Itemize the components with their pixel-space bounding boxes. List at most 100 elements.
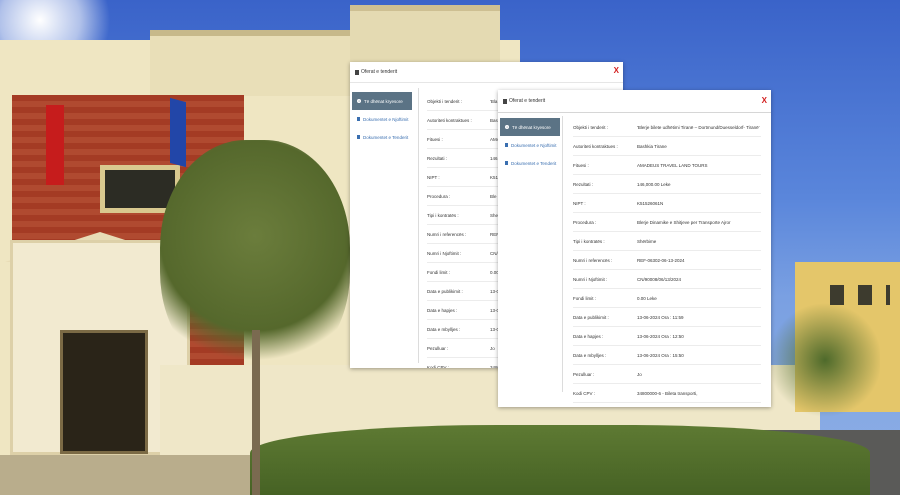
detail-label: Data e publikimit : bbox=[573, 315, 609, 320]
dialog-nav: i Të dhënat kryesore Dokumentet e Njofti… bbox=[500, 118, 560, 172]
detail-label: Numri i Njoftimit : bbox=[573, 277, 608, 282]
detail-label: Kodi CPV : bbox=[427, 365, 450, 368]
detail-row: Tipi i kontratës : She bbox=[427, 206, 502, 225]
detail-label: Fituesi : bbox=[573, 163, 589, 168]
detail-value: CN/90008/06/13/2024 bbox=[637, 277, 682, 282]
detail-row: Numri i Njoftimit : CN/ bbox=[427, 244, 502, 263]
detail-label: NIPT : bbox=[427, 175, 440, 180]
detail-label: Pezulluar : bbox=[573, 372, 595, 377]
detail-label: Rezultati : bbox=[427, 156, 448, 161]
dialog-title: Oferat e tenderit bbox=[355, 69, 397, 75]
detail-value: Bashkia Tirane bbox=[637, 144, 667, 149]
albanian-flag bbox=[46, 105, 64, 185]
hedge bbox=[250, 425, 870, 495]
entrance-door bbox=[60, 330, 148, 454]
detail-row: Numri i referencës : REF-06302-06-13-2024 bbox=[573, 251, 761, 270]
document-icon bbox=[503, 98, 507, 104]
detail-row: Numri i referencës : REF bbox=[427, 225, 502, 244]
detail-label: Data e hapjes : bbox=[573, 334, 604, 339]
detail-row: Fituesi : AMADEUS TRAVEL LAND TOURS bbox=[573, 156, 761, 175]
info-icon: i bbox=[505, 125, 509, 129]
detail-label: Autoriteti kontraktues : bbox=[427, 118, 472, 123]
eu-flag bbox=[170, 97, 186, 168]
detail-value: 34800000-6 - Bileta transporti, bbox=[637, 391, 698, 396]
detail-row: Kodi CPV : 34800000-6 - Bileta transporti… bbox=[573, 384, 761, 403]
detail-row: Data e hapjes : 13-06-2024 Ora : 12:50 bbox=[573, 327, 761, 346]
detail-label: Data e mbylljes : bbox=[427, 327, 461, 332]
detail-label: Fondi limit : bbox=[573, 296, 597, 301]
detail-row: Tipi i kontratës : Shërbime bbox=[573, 232, 761, 251]
tender-dialog-front: Oferat e tenderit X i Të dhënat kryesore… bbox=[498, 90, 771, 407]
nav-item-notice-documents[interactable]: Dokumentet e Njoftimit bbox=[352, 110, 412, 128]
detail-label: Procedura : bbox=[427, 194, 451, 199]
detail-value: 146,000.00 Leke bbox=[637, 182, 671, 187]
detail-label: Data e hapjes : bbox=[427, 308, 458, 313]
detail-row: Numri i Njoftimit : CN/90008/06/13/2024 bbox=[573, 270, 761, 289]
detail-row: Data e mbylljes : 13-06-2024 Ora : 15:50 bbox=[573, 346, 761, 365]
detail-label: Tipi i kontratës : bbox=[573, 239, 605, 244]
detail-row: Data e publikimit : 13-06-2024 Ora : 11:5… bbox=[573, 308, 761, 327]
detail-row: Procedura : Blerje Dinamike e Shitjeve pe… bbox=[573, 213, 761, 232]
detail-row: Fondi limit : 0.00 Leke bbox=[573, 289, 761, 308]
nav-item-tender-documents[interactable]: Dokumentet e Tenderit bbox=[500, 154, 560, 172]
detail-value: AMADEUS TRAVEL LAND TOURS bbox=[637, 163, 708, 168]
detail-label: Kodi CPV : bbox=[573, 391, 596, 396]
divider bbox=[562, 116, 563, 392]
document-icon bbox=[357, 135, 360, 139]
detail-row: Data e hapjes :13-0 bbox=[427, 301, 502, 320]
detail-label: Objekti i tenderit : bbox=[427, 99, 463, 104]
detail-row: Objekti i tenderit : 'Bla bbox=[427, 92, 502, 111]
detail-row: Autoriteti kontraktues : Bas bbox=[427, 111, 502, 130]
trees-right bbox=[770, 300, 880, 420]
detail-value: Shërbime bbox=[637, 239, 657, 244]
detail-value: REF-06302-06-13-2024 bbox=[637, 258, 685, 263]
details-table: Objekti i tenderit : 'Bla Autoriteti kontr… bbox=[427, 92, 502, 368]
document-icon bbox=[355, 69, 359, 75]
dialog-title: Oferat e tenderit bbox=[503, 98, 545, 104]
nav-item-main-data[interactable]: i Të dhënat kryesore bbox=[352, 92, 412, 110]
detail-value: 0.00 Leke bbox=[637, 296, 657, 301]
detail-label: NIPT : bbox=[573, 201, 586, 206]
details-table: Objekti i tenderit : 'Blerje bilete udhët… bbox=[573, 118, 761, 403]
detail-row: Procedura : Ble bbox=[427, 187, 502, 206]
detail-label: Tipi i kontratës : bbox=[427, 213, 459, 218]
close-button[interactable]: X bbox=[762, 96, 767, 105]
detail-label: Data e publikimit : bbox=[427, 289, 463, 294]
detail-label: Numri i referencës : bbox=[573, 258, 613, 263]
detail-row: Kodi CPV :3480 bbox=[427, 358, 502, 368]
detail-value: K51526061N bbox=[637, 201, 664, 206]
detail-row: NIPT : K51 bbox=[427, 168, 502, 187]
tree-trunk bbox=[252, 330, 260, 495]
detail-label: Data e mbylljes : bbox=[573, 353, 607, 358]
nav-item-tender-documents[interactable]: Dokumentet e Tenderit bbox=[352, 128, 412, 146]
detail-row: Autoriteti kontraktues : Bashkia Tirane bbox=[573, 137, 761, 156]
detail-label: Numri i referencës : bbox=[427, 232, 467, 237]
info-icon: i bbox=[357, 99, 361, 103]
divider bbox=[418, 88, 419, 363]
detail-label: Objekti i tenderit : bbox=[573, 125, 609, 130]
nav-item-main-data[interactable]: i Të dhënat kryesore bbox=[500, 118, 560, 136]
detail-label: Fondi limit : bbox=[427, 270, 451, 275]
detail-label: Numri i Njoftimit : bbox=[427, 251, 462, 256]
detail-row: Objekti i tenderit : 'Blerje bilete udhët… bbox=[573, 118, 761, 137]
dialog-nav: i Të dhënat kryesore Dokumentet e Njofti… bbox=[352, 92, 412, 146]
dialog-header: Oferat e tenderit X bbox=[498, 90, 771, 113]
close-button[interactable]: X bbox=[614, 66, 619, 75]
detail-row: NIPT : K51526061N bbox=[573, 194, 761, 213]
detail-label: Autoriteti kontraktues : bbox=[573, 144, 618, 149]
detail-row: Data e publikimit :13-0 bbox=[427, 282, 502, 301]
sidewalk bbox=[0, 455, 250, 495]
detail-row: Pezulluar : Jo bbox=[427, 339, 502, 358]
nav-item-notice-documents[interactable]: Dokumentet e Njoftimit bbox=[500, 136, 560, 154]
detail-row: Data e mbylljes :13-0 bbox=[427, 320, 502, 339]
detail-label: Fituesi : bbox=[427, 137, 443, 142]
detail-value: 13-06-2024 Ora : 11:59 bbox=[637, 315, 684, 320]
detail-label: Rezultati : bbox=[573, 182, 594, 187]
dialog-header: Oferat e tenderit X bbox=[350, 62, 623, 83]
detail-value: Blerje Dinamike e Shitjeve per Transport… bbox=[637, 220, 731, 225]
detail-row: Rezultati :146. bbox=[427, 149, 502, 168]
detail-value: 'Blerje bilete udhëtimi Tiranë – Dortmun… bbox=[637, 125, 760, 130]
building-roofline bbox=[150, 30, 350, 96]
detail-label: Procedura : bbox=[573, 220, 597, 225]
detail-label: Pezulluar : bbox=[427, 346, 449, 351]
